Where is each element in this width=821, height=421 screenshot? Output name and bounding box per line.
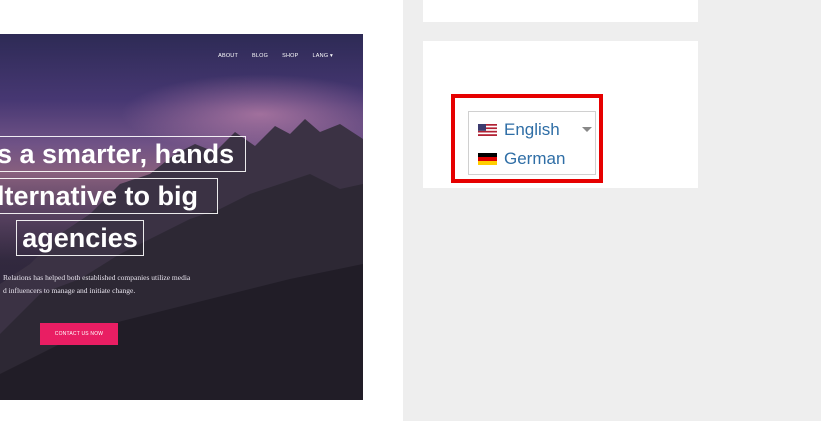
language-switcher: English German	[468, 111, 596, 175]
language-widget-card: English German	[423, 41, 698, 188]
highlight-box: English German	[451, 94, 603, 183]
contact-us-button[interactable]: CONTACT US NOW	[40, 323, 118, 345]
headline-line-3: agencies	[16, 220, 144, 256]
language-option-english[interactable]: English	[478, 120, 560, 140]
caret-down-icon[interactable]	[582, 127, 592, 132]
nav-blog[interactable]: BLOG	[252, 53, 268, 59]
nav-about[interactable]: ABOUT	[218, 53, 238, 59]
hero-subtext-line-1: Relations has helped both established co…	[3, 273, 191, 282]
language-label-german: German	[504, 149, 566, 168]
nav-lang[interactable]: LANG ▾	[313, 53, 333, 59]
sidebar-card-top	[423, 0, 698, 22]
hero-subtext-line-2: d influencers to manage and initiate cha…	[3, 286, 136, 295]
headline-line-2: lternative to big	[0, 178, 218, 214]
language-option-german[interactable]: German	[478, 149, 565, 169]
de-flag-icon	[478, 153, 497, 165]
language-label-english: English	[504, 120, 560, 139]
mountain-background	[0, 119, 363, 400]
headline-line-1: s a smarter, hands	[0, 136, 246, 172]
website-preview-pane: ABOUT BLOG SHOP LANG ▾ s a smarter, hand…	[0, 0, 403, 421]
hero-subtext: Relations has helped both established co…	[3, 271, 190, 297]
hero-section: ABOUT BLOG SHOP LANG ▾ s a smarter, hand…	[0, 34, 363, 400]
sidebar-pane: English German	[403, 0, 821, 421]
hero-nav: ABOUT BLOG SHOP LANG ▾	[218, 53, 333, 59]
nav-shop[interactable]: SHOP	[282, 53, 298, 59]
us-flag-icon	[478, 124, 497, 136]
